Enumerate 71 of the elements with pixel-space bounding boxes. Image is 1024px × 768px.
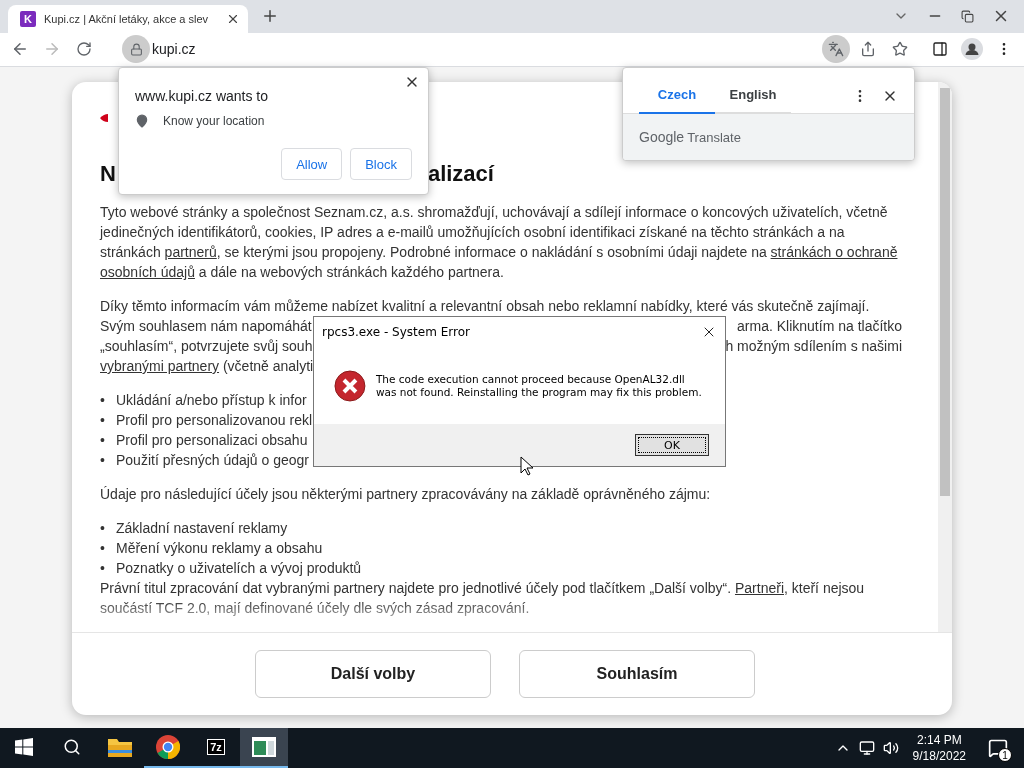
bullet: •: [100, 559, 106, 578]
paragraph: Údaje pro následující účely jsou některými partnery zpracovávány na základě oprávněného zájmu:: [100, 485, 712, 504]
consent-button[interactable]: Další volby: [255, 650, 491, 698]
text-line: vybranými partnery (včetně analyti: [100, 357, 314, 376]
address-field[interactable]: kupi.cz: [152, 41, 196, 58]
star-icon[interactable]: [892, 41, 908, 58]
bullet: •: [100, 391, 106, 410]
ok-button[interactable]: OK: [635, 434, 709, 456]
browser-tab[interactable]: K Kupi.cz | Akční letáky, akce a slev: [8, 4, 248, 33]
bullet: •: [100, 539, 106, 558]
popup-title: www.kupi.cz wants to: [134, 87, 270, 106]
list-item: Ukládání a/nebo přístup k infor: [116, 391, 307, 410]
list-item: Měření výkonu reklamy a obsahu: [116, 539, 323, 558]
browser-icon[interactable]: [156, 735, 180, 759]
list-item: Poznatky o uživatelích a vývoj produktů: [116, 559, 362, 578]
link[interactable]: vybranými partnery: [100, 358, 220, 374]
clock-date[interactable]: 9/18/2022: [912, 748, 966, 764]
list-item: Základní nastavení reklamy: [116, 519, 288, 538]
reload-icon[interactable]: [76, 41, 92, 58]
bullet: •: [100, 451, 106, 470]
restore-icon[interactable]: [961, 9, 974, 23]
archiver-icon[interactable]: 7z: [207, 739, 225, 755]
bullet: •: [100, 519, 106, 538]
paragraph: Tyto webové stránky a společnost Seznam.cz, a.s. shromažďují, uchovávají a sdílejí informace o koncových uživatelích, včetně jedinečných identifikátorů, cookies, IP adres a e-mailů umožňujících osobní identifikaci získané na těchto stránkách a na stránkách partnerů, se kterými jsou propojeny. Podrobné informace o nakládání s osobními údaji najdete na stránkách o ochraně osobních údajů a dále na webových stránkách každého partnera.: [100, 203, 899, 282]
bullet: •: [100, 411, 106, 430]
list-item: Použití přesných údajů o geogr: [116, 451, 309, 470]
translate-icon: [828, 41, 844, 58]
lock-icon: [129, 42, 143, 56]
windows-start-icon[interactable]: [15, 738, 33, 756]
volume-icon[interactable]: [882, 740, 899, 756]
text-line: Díky těmto informacím vám můžeme nabízet kvalitní a relevantní obsah nebo reklamní nabídky, které vás skutečně zajímají.: [100, 297, 870, 316]
window-icon[interactable]: [252, 737, 276, 757]
tab-title: Kupi.cz | Akční letáky, akce a slev: [44, 12, 210, 25]
error-icon: [334, 369, 366, 402]
favicon: K: [20, 10, 36, 27]
link[interactable]: osobních údajů: [100, 264, 195, 280]
link[interactable]: Partneři: [734, 580, 784, 596]
logo-icon: [100, 114, 108, 122]
text-line: arma. Kliknutím na tlačítko: [737, 317, 902, 336]
heading: N: [100, 160, 116, 188]
dialog-title: rpcs3.exe - System Error: [322, 325, 470, 339]
permission-button[interactable]: Block: [350, 148, 412, 180]
error-message: The code execution cannot proceed because OpenAL32.dll was not found. Reinstalling the program may fix this problem.: [375, 372, 703, 399]
permission-button[interactable]: Allow: [281, 148, 343, 180]
consent-button[interactable]: Souhlasím: [519, 650, 755, 698]
location-pin-icon: [135, 114, 149, 128]
translate-button[interactable]: [822, 35, 850, 64]
paragraph: Právní titul zpracování dat vybranými partnery najdete pro jednotlivé účely pod tlačítkem „Další volby“. Partneři, kteří nejsou součástí TCF 2.0, mají definované účely dle svých zásad zpracování.: [100, 579, 866, 618]
lock-button[interactable]: [122, 35, 150, 64]
permission-request: Know your location: [163, 114, 265, 128]
share-icon[interactable]: [860, 41, 876, 58]
notification-count: 1: [998, 748, 1012, 762]
side-panel-icon[interactable]: [932, 41, 948, 58]
network-icon[interactable]: [858, 740, 875, 756]
translate-label: Translate: [687, 129, 741, 145]
profile-icon[interactable]: [961, 38, 983, 61]
google-wordmark: Google: [639, 129, 685, 145]
text-line: Svým souhlasem nám napomáhát: [100, 317, 312, 336]
bullet: •: [100, 431, 106, 450]
scrollbar[interactable]: [938, 82, 952, 632]
clock-time[interactable]: 2:14 PM: [916, 732, 962, 748]
text-line: h možným sdílením s našimi: [725, 337, 902, 356]
link[interactable]: partnerů: [164, 244, 217, 260]
link[interactable]: stránkách o ochraně: [770, 244, 898, 260]
folder-icon[interactable]: [108, 737, 132, 757]
list-item: Profil pro personalizaci obsahu: [116, 431, 308, 450]
heading: alizací: [427, 160, 494, 188]
list-item: Profil pro personalizovanou rekl: [116, 411, 313, 430]
text-line: „souhlasím“, potvrzujete svůj souh: [100, 337, 313, 356]
search-icon[interactable]: [63, 738, 81, 756]
notification-icon[interactable]: [988, 738, 1008, 758]
